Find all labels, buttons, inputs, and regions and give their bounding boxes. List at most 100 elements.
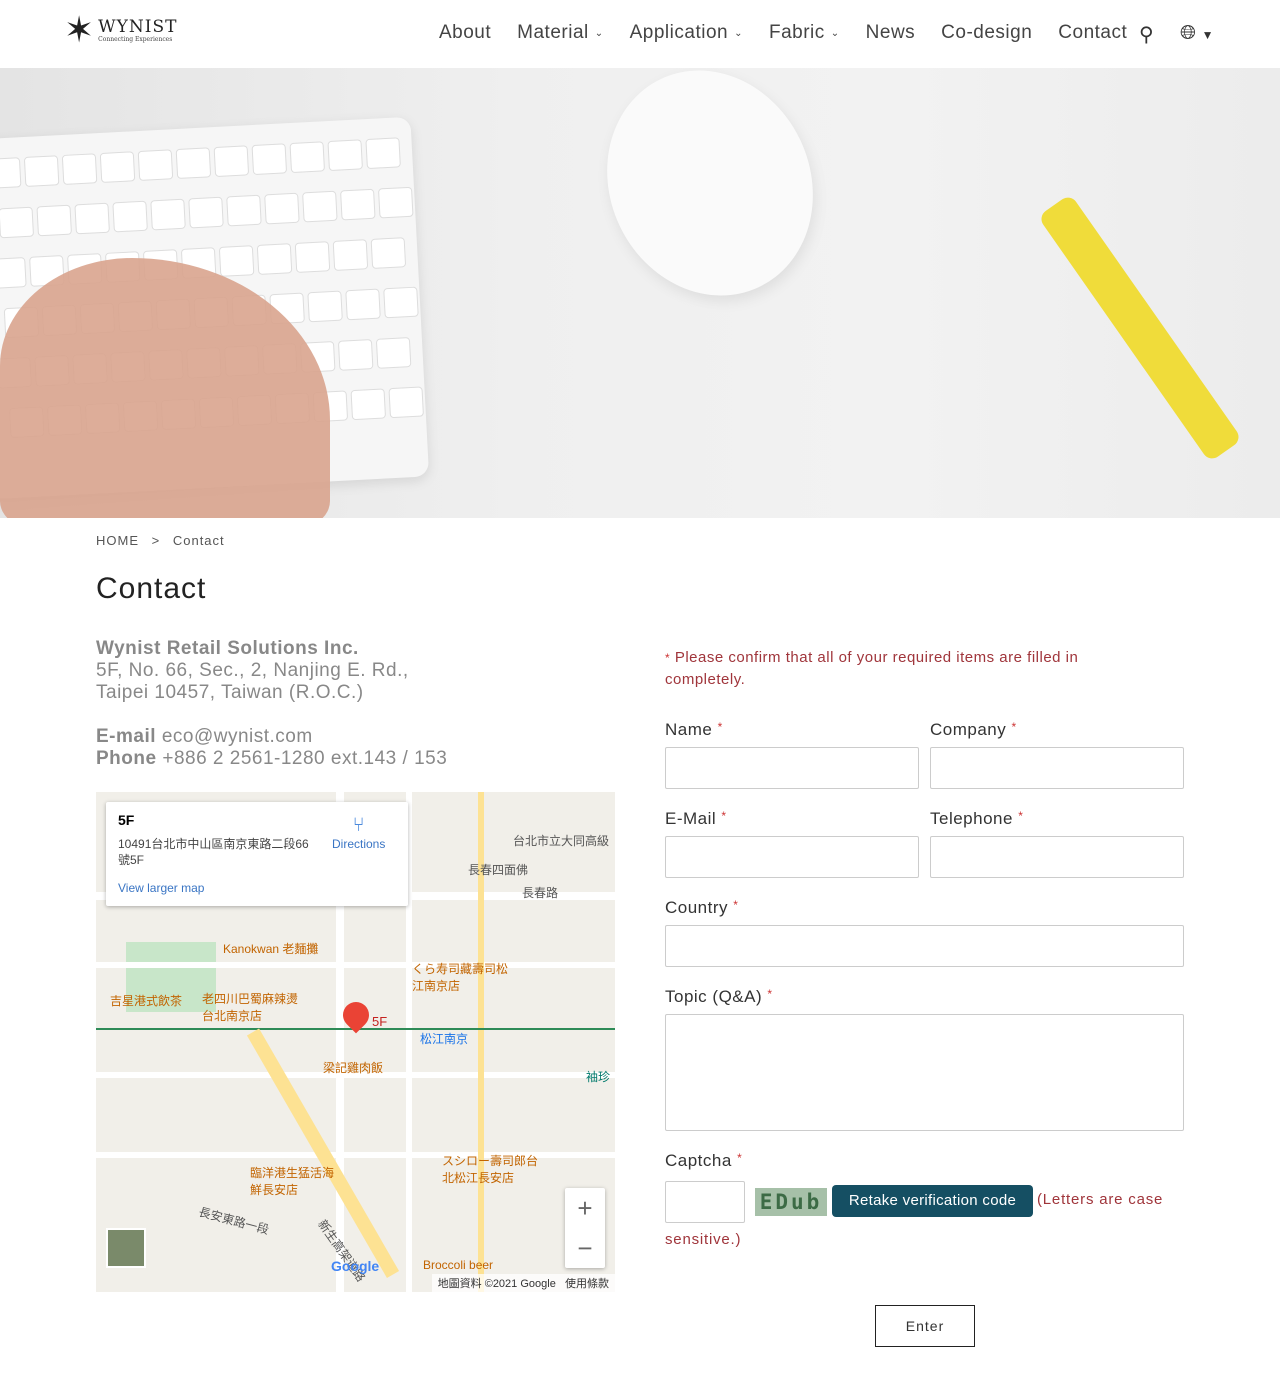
map-label: 台北市立大同高級 (513, 834, 610, 848)
view-larger-map-link[interactable]: View larger map (118, 881, 204, 895)
map-label: スシロー壽司郎台北松江長安店 (442, 1154, 539, 1185)
keyboard-key (213, 145, 250, 178)
watch-illustration (1037, 193, 1243, 463)
logo[interactable]: ✶ WYNIST Connecting Experiences (64, 12, 177, 48)
required-mark: * (721, 809, 727, 823)
logo-name: WYNIST (98, 16, 178, 37)
phone-value: +886 2 2561-1280 ext.143 / 153 (162, 748, 448, 769)
keyboard-key (340, 188, 376, 221)
nav-label: Co-design (941, 22, 1033, 43)
nav-label: Contact (1058, 22, 1128, 43)
keyboard-key (175, 147, 212, 180)
nav-application[interactable]: Application ⌄ (630, 22, 743, 44)
map-label: Kanokwan 老麵攤 (223, 942, 319, 956)
nav-fabric[interactable]: Fabric ⌄ (769, 22, 840, 44)
retake-verification-button[interactable]: Retake verification code (832, 1185, 1033, 1217)
keyboard-key (0, 257, 27, 289)
email-label: E-Mail * (665, 809, 727, 829)
phone-label: Phone (96, 748, 157, 769)
zoom-out-button[interactable]: − (565, 1228, 605, 1268)
name-input[interactable] (665, 747, 919, 789)
keyboard-key (332, 239, 369, 271)
main-nav: About Material ⌄ Application ⌄ Fabric ⌄ New… (439, 22, 1153, 44)
site-header: ✶ WYNIST Connecting Experiences About Mat… (0, 0, 1280, 68)
required-warning: * Please confirm that all of your requir… (665, 647, 1145, 691)
breadcrumb-current: Contact (172, 533, 225, 548)
keyboard-key (388, 386, 424, 419)
breadcrumb-home[interactable]: HOME (96, 533, 139, 548)
keyboard-key (302, 190, 338, 223)
logo-tagline: Connecting Experiences (98, 35, 173, 43)
country-input[interactable] (665, 925, 1184, 967)
zoom-in-button[interactable]: + (565, 1188, 605, 1228)
nav-contact[interactable]: Contact (1058, 22, 1127, 44)
warning-text: Please confirm that all of your required… (665, 649, 1079, 688)
email-input[interactable] (665, 836, 919, 878)
nav-news[interactable]: News (866, 22, 916, 44)
google-map[interactable]: Kanokwan 老麵攤 吉星港式飲茶 老四川巴蜀麻辣燙台北南京店 くら寿司藏壽… (96, 792, 615, 1292)
search-icon[interactable]: ⚲ (1139, 22, 1154, 47)
nav-material[interactable]: Material ⌄ (517, 22, 603, 44)
contact-form: * Please confirm that all of your requir… (665, 647, 1185, 691)
map-label: 袖珍 (586, 1070, 611, 1084)
nav-label: Fabric (768, 22, 825, 43)
keyboard-key (0, 157, 22, 189)
keyboard-key (345, 288, 381, 321)
company-name: Wynist Retail Solutions Inc. (96, 638, 359, 659)
keyboard-key (0, 206, 35, 239)
keyboard-key (256, 243, 293, 275)
keyboard-key (375, 337, 412, 369)
keyboard-key (264, 192, 300, 225)
map-label: 臨洋港生猛活海鮮長安店 (250, 1166, 335, 1197)
company-input[interactable] (930, 747, 1184, 789)
map-label: 吉星港式飲茶 (110, 994, 183, 1008)
map-card-title: 5F (118, 812, 135, 828)
telephone-input[interactable] (930, 836, 1184, 878)
map-label: くら寿司藏壽司松江南京店 (412, 962, 509, 993)
nav-label: About (439, 22, 492, 43)
map-label: 長春路 (522, 886, 559, 900)
keyboard-key (112, 200, 148, 233)
map-zoom-control: + − (565, 1188, 605, 1268)
keyboard-key (36, 204, 72, 237)
nav-co-design[interactable]: Co-design (941, 22, 1032, 44)
email-value[interactable]: eco@wynist.com (162, 726, 313, 747)
keyboard-key (350, 388, 387, 421)
required-mark: * (1011, 720, 1017, 734)
label-text: Captcha (665, 1151, 732, 1170)
required-mark: * (665, 651, 671, 665)
captcha-input[interactable] (665, 1181, 745, 1223)
keyboard-key (383, 286, 419, 319)
label-text: Country (665, 898, 729, 917)
keyboard-key (307, 290, 343, 323)
name-label: Name * (665, 720, 723, 740)
keyboard-key (294, 241, 331, 273)
label-text: E-Mail (665, 809, 717, 828)
topic-textarea[interactable] (665, 1014, 1184, 1131)
map-data-attribution: 地圖資料 ©2021 Google (437, 1278, 556, 1290)
map-info-card: 5F 10491台北市中山區南京東路二段66號5F View larger ma… (106, 802, 408, 906)
page-title: Contact (96, 572, 207, 605)
nav-label: Application (629, 22, 729, 43)
hero-banner-image (0, 68, 1280, 518)
map-label: Broccoli beer (423, 1258, 494, 1272)
directions-button[interactable]: ⑂ Directions (332, 814, 385, 851)
label-text: Name (665, 720, 713, 739)
map-label: 梁記雞肉飯 (323, 1061, 384, 1075)
keyboard-key (61, 153, 98, 185)
globe-icon[interactable]: 🌐︎ ▼ (1180, 22, 1213, 45)
directions-icon: ⑂ (352, 814, 365, 836)
chevron-down-icon: ⌄ (830, 27, 840, 39)
submit-button[interactable]: Enter (875, 1305, 975, 1347)
case-sensitive-note-cont: sensitive.) (665, 1231, 742, 1248)
breadcrumb-separator: > (151, 533, 161, 548)
map-terms-link[interactable]: 使用條款 (565, 1278, 609, 1290)
satellite-toggle[interactable] (106, 1228, 146, 1268)
required-mark: * (733, 898, 739, 912)
email-label: E-mail (96, 726, 157, 747)
nav-about[interactable]: About (439, 22, 491, 44)
required-mark: * (767, 987, 773, 1001)
keyboard-key (365, 137, 401, 170)
breadcrumb: HOME > Contact (96, 533, 233, 548)
map-label: 長春四面佛 (468, 863, 529, 877)
